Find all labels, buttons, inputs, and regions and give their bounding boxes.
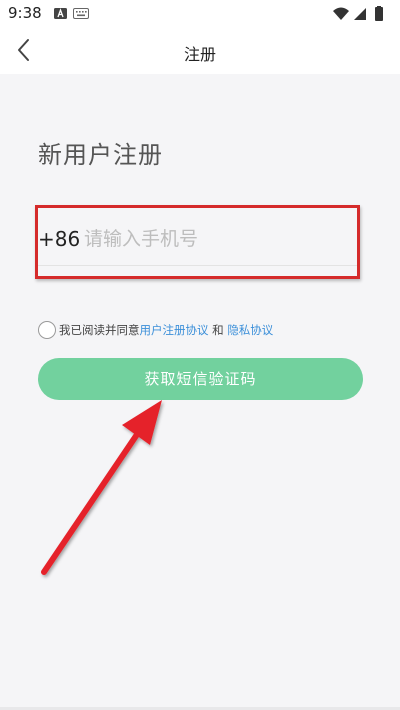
privacy-policy-link[interactable]: 隐私协议: [227, 323, 273, 337]
agreement-text: 我已阅读并同意用户注册协议 和 隐私协议: [59, 322, 273, 338]
status-time: 9:38: [8, 4, 42, 22]
annotation-highlight-box: [35, 205, 360, 279]
agreement-row: 我已阅读并同意用户注册协议 和 隐私协议: [38, 321, 368, 341]
keyboard-icon: [73, 8, 89, 19]
agreement-prefix: 我已阅读并同意: [59, 323, 140, 337]
app-header: 注册: [0, 28, 400, 74]
font-a-icon: [54, 8, 67, 19]
agreement-and: 和: [212, 323, 224, 337]
get-sms-code-button[interactable]: 获取短信验证码: [38, 358, 363, 400]
status-right-icons: [333, 6, 383, 21]
user-agreement-link[interactable]: 用户注册协议: [140, 323, 209, 337]
battery-icon: [375, 6, 383, 21]
status-bar: 9:38: [0, 0, 400, 28]
register-content: 新用户注册 +86 我已阅读并同意用户注册协议 和 隐私协议 获取短信验证码: [0, 74, 400, 710]
wifi-icon: [333, 7, 349, 20]
page-header-title: 注册: [183, 45, 216, 64]
page-title: 新用户注册: [38, 141, 163, 169]
agreement-checkbox[interactable]: [38, 321, 56, 339]
signal-icon: [354, 8, 366, 20]
